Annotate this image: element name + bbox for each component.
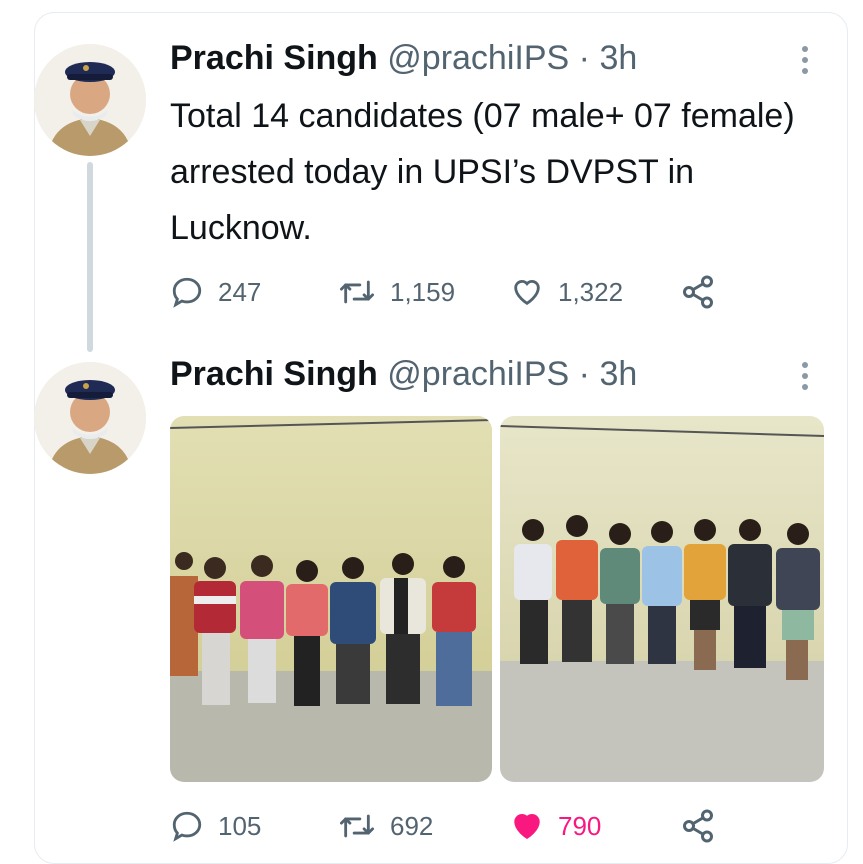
author-name[interactable]: Prachi Singh — [170, 355, 378, 393]
like-count: 1,322 — [558, 276, 624, 307]
reply-button[interactable]: 105 — [170, 806, 261, 846]
thread-connector-line — [87, 162, 93, 352]
like-button[interactable]: 1,322 — [510, 272, 623, 312]
author-handle[interactable]: @prachiIPS — [387, 355, 569, 393]
avatar[interactable] — [34, 44, 146, 156]
tweet-photo-right[interactable] — [500, 416, 824, 782]
reply-count: 247 — [218, 276, 262, 307]
retweet-count: 692 — [390, 810, 434, 841]
tweet-actions: 247 1,159 1,322 — [170, 272, 730, 312]
avatar[interactable] — [34, 362, 146, 474]
more-icon[interactable] — [790, 356, 820, 396]
share-icon — [680, 274, 716, 310]
retweet-button[interactable]: 692 — [338, 806, 433, 846]
more-icon[interactable] — [790, 40, 820, 80]
share-icon — [680, 808, 716, 844]
timestamp[interactable]: 3h — [599, 39, 637, 77]
author-handle[interactable]: @prachiIPS — [387, 39, 569, 77]
retweet-button[interactable]: 1,159 — [338, 272, 455, 312]
heart-icon — [510, 275, 544, 309]
retweet-count: 1,159 — [390, 276, 456, 307]
tweet-header: Prachi Singh @prachiIPS · 3h — [170, 36, 637, 80]
like-button[interactable]: 790 — [510, 806, 601, 846]
separator: · — [578, 39, 590, 77]
tweet-text: Total 14 candidates (07 male+ 07 female)… — [170, 97, 795, 247]
separator: · — [578, 355, 590, 393]
tweet-photo-left[interactable] — [170, 416, 492, 782]
like-count: 790 — [558, 810, 602, 841]
tweet-actions: 105 692 790 — [170, 806, 730, 846]
retweet-icon — [338, 275, 376, 309]
share-button[interactable] — [680, 806, 716, 846]
reply-count: 105 — [218, 810, 262, 841]
timestamp[interactable]: 3h — [599, 355, 637, 393]
retweet-icon — [338, 809, 376, 843]
reply-icon — [170, 275, 204, 309]
tweet-header: Prachi Singh @prachiIPS · 3h — [170, 352, 637, 396]
heart-icon — [510, 809, 544, 843]
share-button[interactable] — [680, 272, 716, 312]
reply-button[interactable]: 247 — [170, 272, 261, 312]
author-name[interactable]: Prachi Singh — [170, 39, 378, 77]
reply-icon — [170, 809, 204, 843]
